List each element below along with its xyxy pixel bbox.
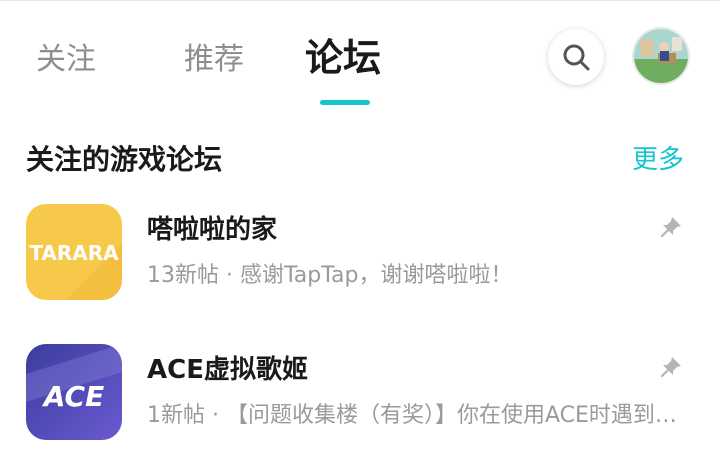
search-button[interactable] [548, 29, 604, 85]
forum-name: 嗒啦啦的家 [147, 215, 278, 245]
tarara-game-icon: TARARA [26, 204, 122, 300]
forum-meta: 13新帖 · 感谢TapTap，谢谢嗒啦啦！ [147, 263, 513, 288]
search-icon [563, 44, 590, 71]
user-avatar[interactable] [632, 27, 690, 85]
ace-logo-text: ACE [42, 380, 104, 413]
forum-meta: 1新帖 · 【问题收集楼（有奖）】你在使用ACE时遇到了什么问题 [147, 403, 687, 428]
forum-item-tarara[interactable]: TARARA 嗒啦啦的家 13新帖 · 感谢TapTap，谢谢嗒啦啦！ [0, 198, 720, 318]
avatar-image [634, 29, 688, 83]
top-tab-bar: 关注 推荐 论坛 [0, 0, 720, 115]
ace-game-icon: ACE [26, 344, 122, 440]
forum-name: ACE虚拟歌姬 [147, 355, 308, 385]
tab-recommended[interactable]: 推荐 [184, 40, 244, 80]
pin-icon[interactable] [660, 356, 682, 378]
more-link[interactable]: 更多 [632, 142, 684, 178]
tab-forum[interactable]: 论坛 [305, 34, 381, 82]
section-title: 关注的游戏论坛 [26, 143, 223, 176]
tab-following[interactable]: 关注 [36, 40, 96, 80]
forum-item-ace[interactable]: ACE ACE虚拟歌姬 1新帖 · 【问题收集楼（有奖）】你在使用ACE时遇到了… [0, 338, 720, 458]
tarara-logo-text: TARARA [29, 241, 119, 265]
active-tab-indicator [320, 100, 370, 105]
pin-icon[interactable] [660, 216, 682, 238]
